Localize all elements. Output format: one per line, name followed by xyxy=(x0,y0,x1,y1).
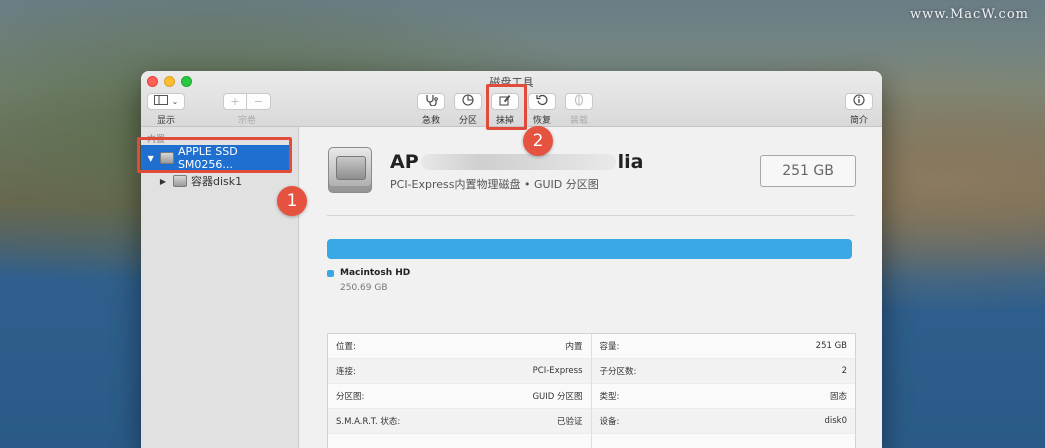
hard-drive-icon xyxy=(328,147,372,193)
view-label: 显示 xyxy=(156,116,175,126)
info-icon xyxy=(853,94,865,109)
table-row: S.M.A.R.T. 状态: 已验证 xyxy=(328,409,591,434)
remove-volume-button[interactable]: − xyxy=(247,93,271,110)
row-key: 容量: xyxy=(599,342,620,352)
pie-chart-icon xyxy=(462,94,474,109)
table-row: 容量: 251 GB xyxy=(591,334,855,359)
partition-control: 分区 xyxy=(454,93,482,126)
add-volume-button[interactable]: + xyxy=(223,93,247,110)
row-key: S.M.A.R.T. 状态: xyxy=(336,417,401,427)
first-aid-button[interactable] xyxy=(417,93,445,110)
restore-button[interactable] xyxy=(528,93,556,110)
sidebar-icon xyxy=(153,95,168,108)
sidebar: 内置 ▼ APPLE SSD SM0256... ▶ 容器disk1 xyxy=(141,127,299,448)
volume-size: 250.69 GB xyxy=(340,283,388,293)
volume-legend: Macintosh HD xyxy=(327,268,410,278)
usage-bar xyxy=(327,239,852,259)
disk-name: AP lia xyxy=(390,151,644,173)
volume-control: + − 宗卷 xyxy=(223,93,271,126)
container-icon xyxy=(173,175,187,187)
row-key: 位置: xyxy=(336,342,356,352)
mount-icon xyxy=(574,94,584,109)
table-row: 设备: disk0 xyxy=(591,409,855,434)
plus-icon: + xyxy=(230,95,240,108)
table-row: 子分区数: 2 xyxy=(591,359,855,384)
info-label: 简介 xyxy=(849,116,868,126)
table-row: 类型: 固态 xyxy=(591,384,855,409)
mount-label: 装载 xyxy=(569,116,588,126)
partition-button[interactable] xyxy=(454,93,482,110)
restore-control: 恢复 xyxy=(528,93,556,126)
step-badge-1: 1 xyxy=(277,186,307,216)
divider xyxy=(327,215,855,216)
row-value: 已验证 xyxy=(556,417,583,427)
disk-name-prefix: AP xyxy=(390,151,419,173)
info-button[interactable] xyxy=(845,93,873,110)
partition-label: 分区 xyxy=(458,116,477,126)
row-key: 连接: xyxy=(336,367,356,377)
chevron-down-icon: ⌄ xyxy=(171,97,179,106)
row-value: 内置 xyxy=(565,342,583,352)
watermark: www.MacW.com xyxy=(910,7,1029,22)
row-value: GUID 分区图 xyxy=(532,392,583,402)
mount-button[interactable] xyxy=(565,93,593,110)
row-key: 分区图: xyxy=(336,392,365,402)
row-value: PCI-Express xyxy=(532,366,583,376)
volume-label: 宗卷 xyxy=(237,116,256,126)
sidebar-item-container[interactable]: ▶ 容器disk1 xyxy=(141,171,291,191)
redacted-text xyxy=(420,154,616,170)
first-aid-control: 急救 xyxy=(417,93,445,126)
highlight-box-erase xyxy=(486,84,527,130)
row-value: 251 GB xyxy=(815,341,847,351)
disclosure-closed-icon[interactable]: ▶ xyxy=(157,177,169,186)
info-table: 位置: 内置 连接: PCI-Express 分区图: GUID 分区图 S.M.A.… xyxy=(327,333,856,448)
stethoscope-icon xyxy=(424,94,438,109)
minus-icon: − xyxy=(253,95,264,108)
disk-size-box: 251 GB xyxy=(760,155,856,187)
volume-name: Macintosh HD xyxy=(340,268,411,278)
row-value: 固态 xyxy=(829,392,847,402)
row-key: 类型: xyxy=(599,392,620,402)
step-badge-2: 2 xyxy=(523,126,553,156)
sidebar-item-label: 容器disk1 xyxy=(191,175,243,188)
row-key: 子分区数: xyxy=(599,367,637,377)
main-panel: AP lia PCI-Express内置物理磁盘 • GUID 分区图 251 … xyxy=(300,127,882,448)
mount-control: 装载 xyxy=(565,93,593,126)
highlight-box-disk xyxy=(137,137,292,173)
info-control: 简介 xyxy=(845,93,873,126)
first-aid-label: 急救 xyxy=(421,116,440,126)
table-row: 连接: PCI-Express xyxy=(328,359,591,384)
table-row: 分区图: GUID 分区图 xyxy=(328,384,591,409)
disk-name-suffix: lia xyxy=(617,151,644,173)
info-column-left: 位置: 内置 连接: PCI-Express 分区图: GUID 分区图 S.M.A.… xyxy=(328,334,592,448)
row-key: 设备: xyxy=(599,417,620,427)
row-value: 2 xyxy=(841,366,847,376)
legend-swatch xyxy=(327,269,334,277)
row-value: disk0 xyxy=(824,416,847,426)
info-column-right: 容量: 251 GB 子分区数: 2 类型: 固态 设备: disk0 xyxy=(591,334,855,448)
view-control: ⌄ 显示 xyxy=(147,93,185,126)
table-row: 位置: 内置 xyxy=(328,334,591,359)
disk-subtitle: PCI-Express内置物理磁盘 • GUID 分区图 xyxy=(390,178,599,191)
restore-icon xyxy=(536,94,548,109)
restore-label: 恢复 xyxy=(532,116,551,126)
view-button[interactable]: ⌄ xyxy=(147,93,185,110)
